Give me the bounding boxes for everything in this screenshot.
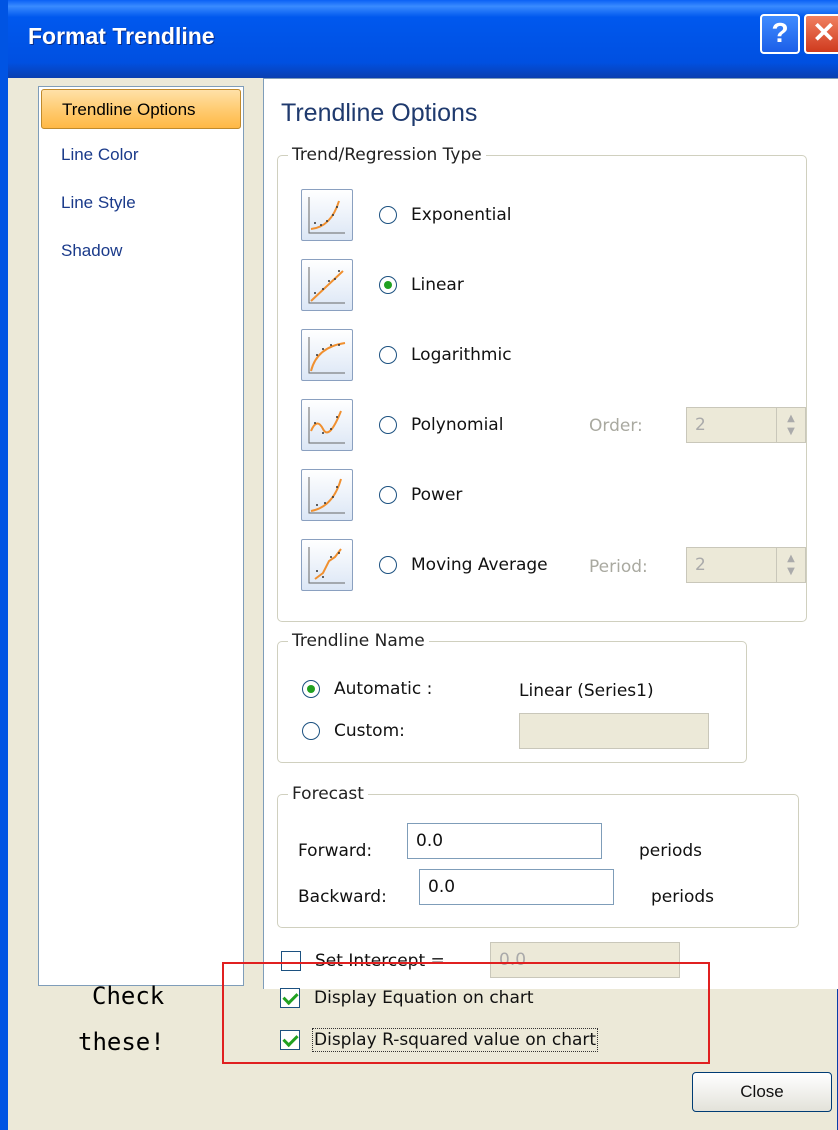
backward-label: Backward: [298, 887, 387, 907]
regression-row-polynomial[interactable]: Polynomial [301, 399, 503, 451]
forward-periods-label: periods [639, 841, 703, 861]
backward-periods-label: periods [651, 887, 715, 907]
label-moving-average: Moving Average [411, 555, 548, 575]
nav-item-line-style[interactable]: Line Style [41, 183, 241, 223]
category-nav: Trendline Options Line Color Line Style … [38, 86, 244, 986]
power-chart-icon[interactable] [301, 469, 353, 521]
forward-label: Forward: [298, 841, 373, 861]
options-panel: Trendline Options Trend/Regression Type … [263, 78, 838, 989]
automatic-name-value: Linear (Series1) [519, 681, 654, 701]
help-button[interactable]: ? [760, 14, 800, 54]
regression-row-moving-average[interactable]: Moving Average [301, 539, 548, 591]
format-trendline-dialog: Format Trendline ? ✕ Trendline Options L… [0, 0, 838, 1130]
radio-exponential[interactable] [379, 206, 397, 224]
trendline-name-legend: Trendline Name [292, 631, 425, 651]
label-logarithmic: Logarithmic [411, 345, 512, 365]
period-stepper[interactable]: 2 ▲ ▼ [686, 547, 806, 583]
close-button[interactable]: Close [692, 1072, 832, 1112]
period-value: 2 [695, 555, 706, 575]
radio-automatic[interactable] [302, 680, 320, 698]
period-label: Period: [589, 557, 648, 577]
linear-chart-icon[interactable] [301, 259, 353, 311]
nav-item-shadow[interactable]: Shadow [41, 231, 241, 271]
radio-custom[interactable] [302, 722, 320, 740]
order-stepper[interactable]: 2 ▲ ▼ [686, 407, 806, 443]
annotation-check: Check [92, 982, 165, 1010]
forecast-legend: Forecast [292, 784, 364, 804]
period-spin-buttons[interactable]: ▲ ▼ [776, 548, 805, 582]
custom-name-input[interactable] [519, 713, 709, 749]
logarithmic-chart-icon[interactable] [301, 329, 353, 381]
exponential-chart-icon[interactable] [301, 189, 353, 241]
label-polynomial: Polynomial [411, 415, 504, 435]
nav-item-line-color[interactable]: Line Color [41, 135, 241, 175]
regression-row-linear[interactable]: Linear [301, 259, 464, 311]
custom-name-row[interactable]: Custom: [302, 721, 405, 741]
order-label: Order: [589, 416, 643, 436]
close-window-button[interactable]: ✕ [804, 14, 838, 54]
label-power: Power [411, 485, 463, 505]
label-exponential: Exponential [411, 205, 512, 225]
forward-input[interactable]: 0.0 [407, 823, 602, 859]
label-automatic: Automatic : [334, 679, 433, 699]
order-spin-buttons[interactable]: ▲ ▼ [776, 408, 805, 442]
polynomial-chart-icon[interactable] [301, 399, 353, 451]
annotation-highlight-box [222, 962, 710, 1064]
automatic-name-row[interactable]: Automatic : [302, 679, 432, 699]
label-custom: Custom: [334, 721, 405, 741]
annotation-these: these! [78, 1028, 165, 1056]
radio-power[interactable] [379, 486, 397, 504]
radio-linear[interactable] [379, 276, 397, 294]
regression-row-power[interactable]: Power [301, 469, 462, 521]
backward-input[interactable]: 0.0 [419, 869, 614, 905]
label-linear: Linear [411, 275, 464, 295]
title-bar[interactable]: Format Trendline ? ✕ [8, 0, 838, 78]
panel-title: Trendline Options [281, 99, 478, 127]
regression-row-exponential[interactable]: Exponential [301, 189, 512, 241]
dialog-title: Format Trendline [28, 23, 215, 49]
regression-row-logarithmic[interactable]: Logarithmic [301, 329, 512, 381]
nav-item-trendline-options[interactable]: Trendline Options [41, 89, 241, 129]
radio-logarithmic[interactable] [379, 346, 397, 364]
radio-polynomial[interactable] [379, 416, 397, 434]
regression-type-legend: Trend/Regression Type [292, 145, 482, 165]
order-value: 2 [695, 415, 706, 435]
radio-moving-average[interactable] [379, 556, 397, 574]
moving-average-chart-icon[interactable] [301, 539, 353, 591]
